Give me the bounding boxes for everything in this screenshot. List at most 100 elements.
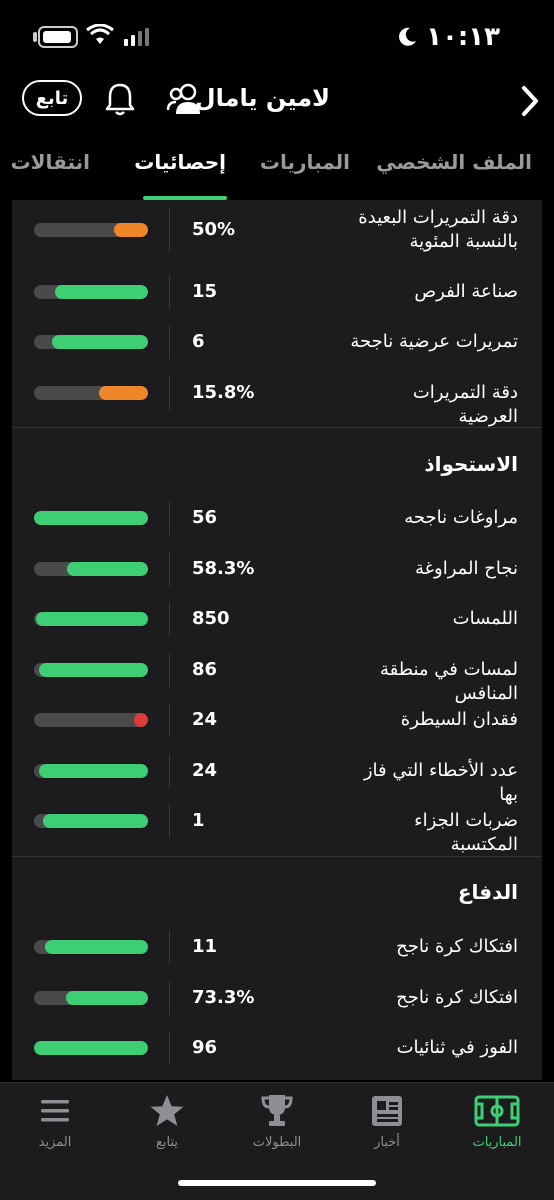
signal-icon <box>124 28 149 46</box>
stat-label: اللمسات <box>452 608 518 629</box>
stat-bar <box>34 991 148 1005</box>
star-icon <box>150 1095 184 1126</box>
battery-icon <box>38 26 78 48</box>
back-chevron-icon[interactable] <box>516 84 544 118</box>
stat-value: 15 <box>192 281 218 302</box>
stat-row: مراوغات ناجحه 56 <box>12 493 542 543</box>
stat-bar <box>34 335 148 349</box>
stat-row: فقدان السيطرة 24 <box>12 695 542 745</box>
stat-value: 56 <box>192 507 218 528</box>
home-indicator <box>178 1180 376 1186</box>
stat-bar <box>34 663 148 677</box>
stat-bar <box>34 1041 148 1055</box>
stat-bar-fill <box>34 1041 148 1055</box>
tab-profile[interactable]: الملف الشخصي <box>376 150 532 174</box>
bell-icon[interactable] <box>104 82 136 116</box>
defense-title: الدفاع <box>457 880 518 904</box>
row-divider <box>169 981 170 1015</box>
stat-bar-fill <box>43 814 148 828</box>
menu-icon <box>41 1100 69 1122</box>
stat-label: دقة التمريرات البعيدة بالنسبة المئوية <box>358 207 518 252</box>
nav-matches-label: المباريات <box>472 1135 522 1150</box>
row-divider <box>169 208 170 252</box>
nav-following[interactable]: يتابع <box>112 1093 222 1150</box>
stat-label: الفوز في ثنائيات <box>396 1037 518 1058</box>
stat-label: افتكاك كرة ناجح <box>396 987 518 1008</box>
people-icon[interactable] <box>166 82 204 116</box>
stat-bar-fill <box>39 663 148 677</box>
stat-bar-fill <box>66 991 148 1005</box>
stat-bar-fill <box>34 511 148 525</box>
stat-row: افتكاك كرة ناجح 11 <box>12 922 542 972</box>
stat-label: صناعة الفرص <box>414 281 518 302</box>
stat-bar <box>34 562 148 576</box>
battery-tip <box>33 32 37 42</box>
stat-row: لمسات في منطقة المنافس 86 <box>12 645 542 704</box>
stat-row: اللمسات 850 <box>12 594 542 644</box>
stat-bar <box>34 386 148 400</box>
nav-more[interactable]: المزيد <box>0 1093 110 1150</box>
stat-bar-fill <box>52 335 148 349</box>
stat-label: فقدان السيطرة <box>400 709 518 730</box>
stat-value: 24 <box>192 709 218 730</box>
stat-value: 6 <box>192 331 205 352</box>
stat-label: مراوغات ناجحه <box>404 507 518 528</box>
stat-bar-fill <box>67 562 148 576</box>
stat-value: 850 <box>192 608 230 629</box>
stat-value: 24 <box>192 760 218 781</box>
row-divider <box>169 703 170 737</box>
row-divider <box>169 1031 170 1065</box>
pitch-icon <box>474 1095 520 1127</box>
status-time: ١٠:١٣ <box>396 22 500 52</box>
player-name: لامين يامال <box>194 84 330 112</box>
nav-leagues-label: البطولات <box>252 1135 302 1150</box>
nav-matches[interactable]: المباريات <box>442 1093 552 1150</box>
stat-label: نجاح المراوغة <box>414 558 518 579</box>
stat-label: افتكاك كرة ناجح <box>396 936 518 957</box>
row-divider <box>169 653 170 687</box>
status-bar: ١٠:١٣ <box>0 0 554 72</box>
stat-value: 96 <box>192 1037 218 1058</box>
stat-bar <box>34 285 148 299</box>
stat-row: دقة التمريرات البعيدة بالنسبة المئوية 50% <box>12 200 542 260</box>
stat-bar <box>34 940 148 954</box>
stat-label: تمريرات عرضية ناجحة <box>350 331 518 352</box>
tab-matches[interactable]: المباريات <box>260 150 350 174</box>
stat-bar-fill <box>36 612 148 626</box>
stats-panel[interactable]: دقة التمريرات البعيدة بالنسبة المئوية 50%… <box>12 200 542 1080</box>
stat-row: صناعة الفرص 15 <box>12 267 542 317</box>
follow-button[interactable]: تابع <box>22 80 82 116</box>
stat-row: الفوز في ثنائيات 96 <box>12 1023 542 1073</box>
news-icon <box>372 1096 402 1126</box>
tab-bar: الملف الشخصي المباريات إحصائيات انتقالات <box>0 140 554 200</box>
stat-bar-fill <box>55 285 148 299</box>
tab-transfers[interactable]: انتقالات <box>11 150 90 174</box>
stat-bar <box>34 764 148 778</box>
stat-bar <box>34 612 148 626</box>
wifi-icon <box>86 24 114 44</box>
section-divider <box>12 856 542 857</box>
stat-bar-dot <box>134 713 148 727</box>
nav-news[interactable]: أخبار <box>332 1093 442 1150</box>
stat-value: 11 <box>192 936 218 957</box>
stat-bar <box>34 814 148 828</box>
stat-value: 73.3% <box>192 987 255 1008</box>
row-divider <box>169 275 170 309</box>
trophy-icon <box>261 1095 293 1126</box>
stat-row: افتكاك كرة ناجح 73.3% <box>12 973 542 1023</box>
stat-value: 1 <box>192 810 205 831</box>
stat-bar-fill <box>45 940 148 954</box>
row-divider <box>169 930 170 964</box>
time-text: ١٠:١٣ <box>426 22 500 52</box>
moon-icon <box>399 27 417 46</box>
row-divider <box>169 552 170 586</box>
nav-leagues[interactable]: البطولات <box>222 1093 332 1150</box>
stat-row: عدد الأخطاء التي فاز بها 24 <box>12 746 542 805</box>
stat-row: ضربات الجزاء المكتسبة 1 <box>12 796 542 855</box>
nav-following-label: يتابع <box>155 1135 179 1150</box>
tab-stats[interactable]: إحصائيات <box>134 150 226 174</box>
row-divider <box>169 754 170 788</box>
stat-value: 15.8% <box>192 382 255 403</box>
stat-bar <box>34 713 148 727</box>
stat-bar-fill <box>114 223 148 237</box>
